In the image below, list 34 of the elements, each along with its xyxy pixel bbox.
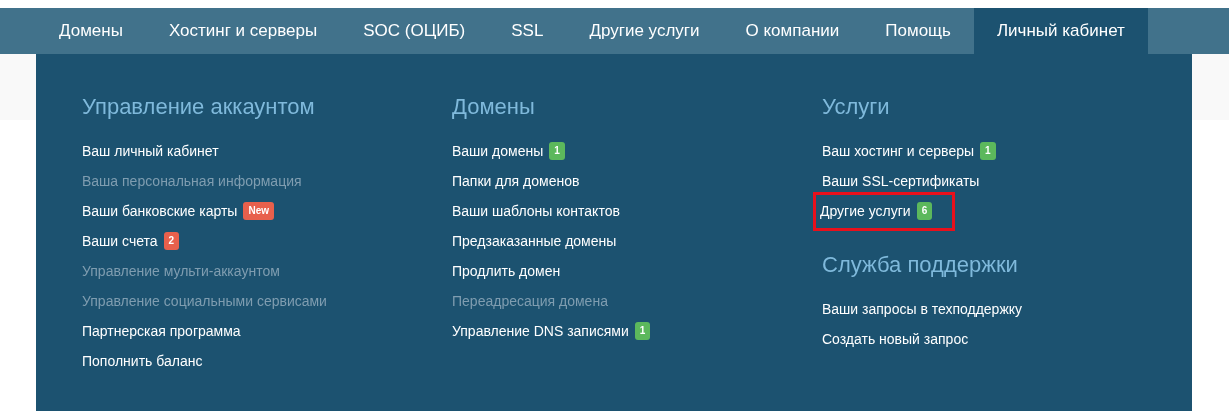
menu-link[interactable]: Пополнить баланс xyxy=(82,350,203,372)
menu-link[interactable]: Ваши SSL-сертификаты xyxy=(822,170,980,192)
menu-link[interactable]: Папки для доменов xyxy=(452,170,580,192)
menu-link[interactable]: Ваши запросы в техподдержку xyxy=(822,298,1023,320)
menu-link[interactable]: Другие услуги xyxy=(820,200,911,222)
section-heading: Домены xyxy=(452,93,536,121)
count-badge: 1 xyxy=(980,142,996,160)
menu-link[interactable]: Ваши банковские карты xyxy=(82,200,238,222)
menu-link[interactable]: Ваши шаблоны контактов xyxy=(452,200,620,222)
nav-tab[interactable]: Домены xyxy=(36,8,146,54)
count-badge: 2 xyxy=(163,232,180,250)
nav-tab[interactable]: SOC (ОЦИБ) xyxy=(340,8,489,54)
nav-tab[interactable]: Помощь xyxy=(862,8,974,54)
menu-link[interactable]: Ваш хостинг и серверы xyxy=(822,140,975,162)
count-badge: 1 xyxy=(634,322,651,340)
menu-link[interactable]: Управление DNS записями xyxy=(452,320,629,342)
nav-tab[interactable]: О компании xyxy=(722,8,863,54)
nav-tab[interactable]: SSL xyxy=(488,8,567,54)
count-badge: New xyxy=(243,202,274,220)
section-heading: Услуги xyxy=(822,93,891,121)
menu-link[interactable]: Ваши счета xyxy=(82,230,158,252)
menu-link[interactable]: Продлить домен xyxy=(452,260,561,282)
nav-tab[interactable]: Личный кабинет xyxy=(973,8,1148,54)
menu-link[interactable]: Партнерская программа xyxy=(82,320,241,342)
menu-link[interactable]: Создать новый запрос xyxy=(822,328,969,350)
nav-tab[interactable]: Другие услуги xyxy=(566,8,723,54)
menu-link[interactable]: Предзаказанные домены xyxy=(452,230,617,252)
count-badge: 1 xyxy=(549,142,565,160)
nav-tab[interactable]: Хостинг и серверы xyxy=(145,8,341,54)
menu-link[interactable]: Ваши домены xyxy=(452,140,544,162)
menu-link[interactable]: Ваш личный кабинет xyxy=(82,140,219,162)
section-heading: Служба поддержки xyxy=(822,251,1019,279)
count-badge: 6 xyxy=(916,202,933,220)
section-heading: Управление аккаунтом xyxy=(82,93,316,121)
